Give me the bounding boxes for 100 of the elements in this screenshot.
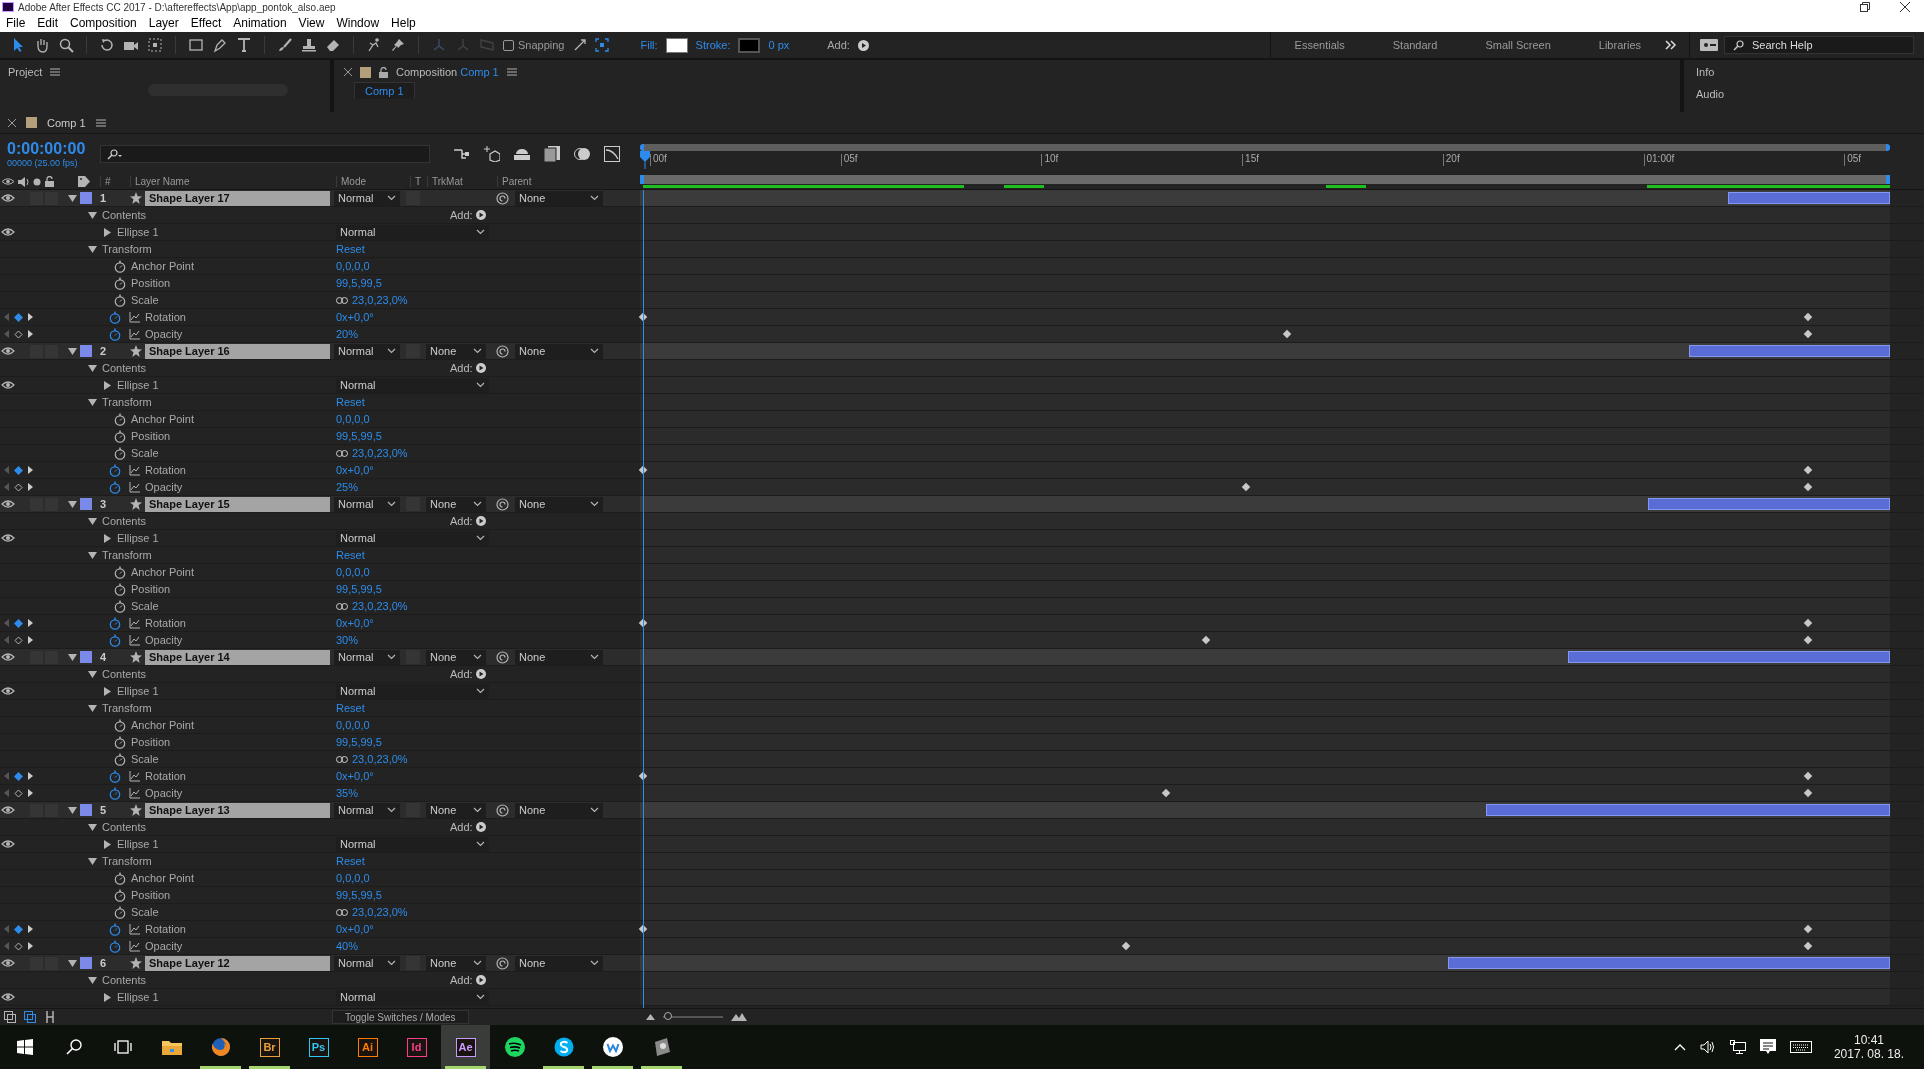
menu-item[interactable]: View xyxy=(292,16,331,30)
next-keyframe-icon[interactable] xyxy=(28,925,33,933)
stopwatch-icon[interactable] xyxy=(114,871,126,885)
workspace-tab[interactable]: Standard xyxy=(1368,39,1462,51)
fill-color-swatch[interactable] xyxy=(665,37,688,53)
menu-item[interactable]: Effect xyxy=(184,16,228,30)
next-keyframe-icon[interactable] xyxy=(28,483,33,491)
disclosure-triangle-icon[interactable] xyxy=(103,992,112,1002)
disclosure-triangle-icon[interactable] xyxy=(68,652,77,662)
workspace-options-icon[interactable] xyxy=(1700,39,1718,51)
eye-icon[interactable] xyxy=(1,533,15,543)
add-menu-icon[interactable] xyxy=(475,363,486,373)
taskbar-button[interactable]: Ai xyxy=(343,1025,392,1069)
label-color-swatch[interactable] xyxy=(80,498,92,510)
frame-blending-icon[interactable] xyxy=(544,146,560,162)
disclosure-triangle-icon[interactable] xyxy=(68,193,77,203)
property-value[interactable]: 99,5,99,5 xyxy=(336,736,382,748)
pick-whip-icon[interactable] xyxy=(496,497,509,511)
search-help-field[interactable]: Search Help xyxy=(1724,36,1914,54)
menu-icon[interactable] xyxy=(95,118,106,127)
column-header[interactable]: Layer Name xyxy=(130,176,336,187)
add-menu-icon[interactable] xyxy=(475,669,486,679)
fill-label[interactable]: Fill: xyxy=(640,39,658,51)
lock-switch[interactable] xyxy=(45,803,58,817)
next-keyframe-icon[interactable] xyxy=(28,772,33,780)
add-menu-icon[interactable] xyxy=(475,822,486,832)
track-matte-dropdown[interactable]: None xyxy=(426,802,486,818)
menu-item[interactable]: Layer xyxy=(142,16,185,30)
track-matte-dropdown[interactable]: None xyxy=(426,955,486,971)
track-matte-dropdown[interactable]: None xyxy=(426,496,486,512)
current-time-display[interactable]: 0:00:00:00 xyxy=(7,140,100,158)
parent-dropdown[interactable]: None xyxy=(515,343,603,359)
keyframe[interactable] xyxy=(1803,465,1813,475)
property-value[interactable]: 30% xyxy=(336,634,359,646)
shape-group-label[interactable]: Ellipse 1 xyxy=(117,991,159,1003)
clone-stamp-tool-icon[interactable] xyxy=(301,37,317,53)
property-value[interactable]: 25% xyxy=(336,481,359,493)
graph-icon[interactable] xyxy=(129,634,140,646)
parent-dropdown[interactable]: None xyxy=(515,190,603,206)
brush-tool-icon[interactable] xyxy=(277,37,293,53)
layer-name[interactable]: Shape Layer 14 xyxy=(145,649,330,665)
taskbar-button[interactable]: Br xyxy=(245,1025,294,1069)
shape-group-label[interactable]: Ellipse 1 xyxy=(117,838,159,850)
stroke-color-swatch[interactable] xyxy=(738,37,761,53)
graph-icon[interactable] xyxy=(129,787,140,799)
layer-switches-icon[interactable] xyxy=(4,1011,16,1023)
shape-group-label[interactable]: Ellipse 1 xyxy=(117,532,159,544)
property-value[interactable]: 99,5,99,5 xyxy=(336,277,382,289)
menu-icon[interactable] xyxy=(506,68,517,76)
composition-tab[interactable]: Comp 1 xyxy=(354,82,415,99)
workspace-tab[interactable]: Essentials xyxy=(1270,39,1369,51)
menu-item[interactable]: Window xyxy=(330,16,386,30)
stopwatch-icon[interactable] xyxy=(109,616,121,630)
keyframe-toggle-icon[interactable] xyxy=(14,771,23,781)
menu-item[interactable]: File xyxy=(0,16,32,30)
column-header[interactable]: T xyxy=(410,176,427,187)
constrain-link-icon[interactable] xyxy=(336,296,348,304)
next-keyframe-icon[interactable] xyxy=(28,330,33,338)
pick-whip-icon[interactable] xyxy=(496,191,509,205)
track-matte-dropdown[interactable]: None xyxy=(426,649,486,665)
keyframe-toggle-icon[interactable] xyxy=(14,329,23,339)
stopwatch-icon[interactable] xyxy=(114,888,126,902)
next-keyframe-icon[interactable] xyxy=(28,942,33,950)
eye-icon[interactable] xyxy=(1,992,15,1002)
property-value[interactable]: 0,0,0,0 xyxy=(336,872,370,884)
label-color-swatch[interactable] xyxy=(80,192,92,204)
property-value[interactable]: 20% xyxy=(336,328,359,340)
stopwatch-icon[interactable] xyxy=(109,463,121,477)
panel-title[interactable]: Composition Comp 1 xyxy=(396,66,499,78)
parent-dropdown[interactable]: None xyxy=(515,955,603,971)
reset-link[interactable]: Reset xyxy=(336,243,365,255)
graph-icon[interactable] xyxy=(129,617,140,629)
slider-thumb[interactable] xyxy=(663,1012,672,1020)
property-value[interactable]: 0,0,0,0 xyxy=(336,260,370,272)
hand-tool-icon[interactable] xyxy=(34,37,50,53)
layer-name[interactable]: Shape Layer 17 xyxy=(145,190,330,206)
disclosure-triangle-icon[interactable] xyxy=(103,227,112,237)
disclosure-triangle-icon[interactable] xyxy=(68,346,77,356)
double-chevron-icon[interactable] xyxy=(1665,40,1677,50)
keyframe[interactable] xyxy=(1122,941,1131,951)
next-keyframe-icon[interactable] xyxy=(28,789,33,797)
in-out-icon[interactable] xyxy=(44,1011,56,1023)
close-icon[interactable] xyxy=(344,68,352,76)
property-value[interactable]: 23,0,23,0% xyxy=(352,753,408,765)
graph-icon[interactable] xyxy=(129,481,140,493)
stopwatch-icon[interactable] xyxy=(114,599,126,613)
keyframe[interactable] xyxy=(1803,941,1813,951)
add-menu-icon[interactable] xyxy=(857,39,869,51)
graph-editor-icon[interactable] xyxy=(604,146,620,162)
add-menu-icon[interactable] xyxy=(475,975,486,985)
next-keyframe-icon[interactable] xyxy=(28,619,33,627)
property-value[interactable]: 0,0,0,0 xyxy=(336,566,370,578)
stopwatch-icon[interactable] xyxy=(109,939,121,953)
property-value[interactable]: 23,0,23,0% xyxy=(352,294,408,306)
lock-switch[interactable] xyxy=(45,344,58,358)
constrain-link-icon[interactable] xyxy=(336,755,348,763)
keyframe[interactable] xyxy=(1803,635,1813,645)
disclosure-triangle-icon[interactable] xyxy=(88,856,97,866)
lock-switch[interactable] xyxy=(45,191,58,205)
keyframe[interactable] xyxy=(1803,312,1813,322)
